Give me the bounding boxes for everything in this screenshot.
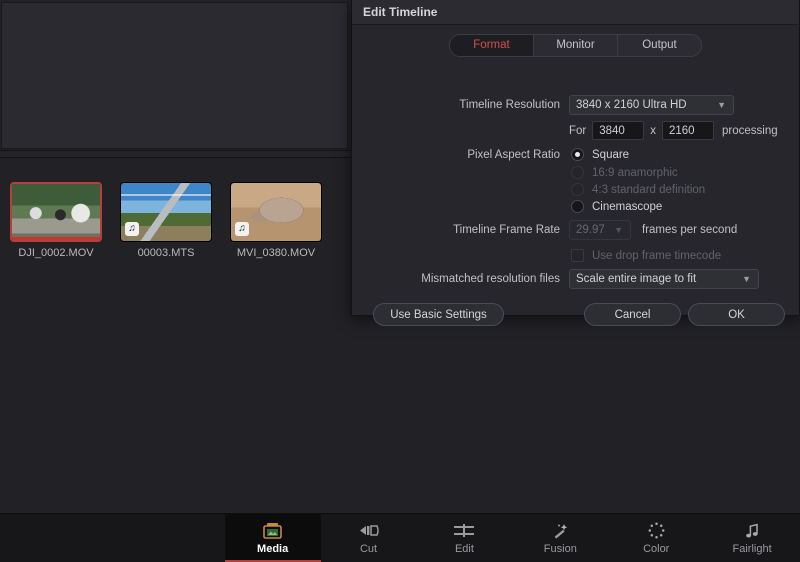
use-basic-settings-button[interactable]: Use Basic Settings	[373, 303, 504, 326]
clip-progress-bar	[12, 237, 100, 240]
frame-rate-row: Timeline Frame Rate 29.97 ▼ frames per s…	[352, 220, 737, 240]
radio-button	[571, 183, 584, 196]
page-navigation-bar: Media Cut Edit Fusion Color Fairlight	[0, 513, 800, 562]
chevron-down-icon: ▼	[614, 225, 623, 235]
nav-item-edit[interactable]: Edit	[416, 514, 512, 562]
clip-filename: 00003.MTS	[137, 247, 195, 259]
clip-thumbnail-list: DJI_0002.MOV ♫ 00003.MTS ♫ MVI_0380.MOV	[10, 182, 322, 259]
clip-filename: MVI_0380.MOV	[236, 247, 316, 259]
processing-resolution-row: For 3840 x 2160 processing	[352, 121, 792, 140]
frame-rate-label: Timeline Frame Rate	[453, 224, 560, 236]
nav-label: Edit	[454, 542, 474, 555]
pixel-aspect-option-square[interactable]: Square	[571, 146, 629, 163]
nav-item-media[interactable]: Media	[224, 514, 321, 562]
tab-output[interactable]: Output	[618, 35, 701, 56]
processing-height-input[interactable]: 2160	[662, 121, 714, 140]
radio-button	[571, 166, 584, 179]
chevron-down-icon: ▼	[742, 274, 751, 284]
music-note-icon: ♫	[125, 222, 139, 236]
viewer-panel	[1, 2, 348, 149]
processing-label: processing	[722, 124, 778, 137]
timeline-resolution-value: 3840 x 2160 Ultra HD	[576, 99, 687, 111]
timeline-resolution-row: Timeline Resolution 3840 x 2160 Ultra HD…	[352, 95, 782, 115]
frame-rate-value: 29.97	[576, 224, 605, 236]
nav-item-cut[interactable]: Cut	[321, 514, 417, 562]
nav-item-color[interactable]: Color	[608, 514, 704, 562]
dialog-body: Format Monitor Output Timeline Resolutio…	[352, 25, 799, 326]
clip-thumbnail-image[interactable]: ♫	[230, 182, 322, 242]
nav-label: Media	[257, 542, 289, 555]
color-wheel-icon	[648, 522, 665, 540]
nav-label: Fusion	[543, 542, 577, 555]
ok-button[interactable]: OK	[688, 303, 785, 326]
processing-width-input[interactable]: 3840	[592, 121, 645, 140]
mismatched-resolution-label: Mismatched resolution files	[421, 273, 560, 285]
clip-filename: DJI_0002.MOV	[18, 247, 94, 259]
nav-item-fairlight[interactable]: Fairlight	[704, 514, 800, 562]
clip-thumbnail[interactable]: DJI_0002.MOV	[10, 182, 102, 259]
cancel-button[interactable]: Cancel	[584, 303, 681, 326]
tab-monitor[interactable]: Monitor	[534, 35, 618, 56]
pixel-aspect-option-standard: 4:3 standard definition	[571, 181, 705, 198]
nav-item-fusion[interactable]: Fusion	[512, 514, 608, 562]
pixel-aspect-option-anamorphic: 16:9 anamorphic	[571, 164, 678, 181]
viewer-toolbar-strip	[0, 150, 351, 158]
clip-artwork	[12, 184, 100, 240]
pixel-aspect-option-label: 16:9 anamorphic	[592, 166, 678, 179]
nav-label: Fairlight	[732, 542, 772, 555]
pixel-aspect-ratio-label: Pixel Aspect Ratio	[467, 148, 560, 161]
tab-format[interactable]: Format	[450, 35, 534, 56]
dialog-title: Edit Timeline	[352, 0, 799, 25]
frames-per-second-label: frames per second	[642, 224, 738, 236]
fusion-wand-icon	[551, 522, 570, 540]
dimension-separator: x	[650, 124, 656, 137]
drop-frame-timecode-row: Use drop frame timecode	[571, 247, 721, 264]
mismatched-resolution-row: Mismatched resolution files Scale entire…	[352, 269, 759, 289]
radio-button[interactable]	[571, 148, 584, 161]
mismatched-resolution-select[interactable]: Scale entire image to fit ▼	[569, 269, 759, 289]
pixel-aspect-option-cinemascope[interactable]: Cinemascope	[571, 198, 662, 215]
chevron-down-icon: ▼	[717, 100, 726, 110]
timeline-resolution-label: Timeline Resolution	[459, 99, 560, 111]
frame-rate-select: 29.97 ▼	[569, 220, 631, 240]
drop-frame-checkbox	[571, 249, 584, 262]
pixel-aspect-ratio-row-1: Pixel Aspect Ratio Square	[352, 146, 629, 163]
nav-label: Color	[643, 542, 670, 555]
drop-frame-label: Use drop frame timecode	[592, 249, 722, 262]
clip-thumbnail[interactable]: ♫ MVI_0380.MOV	[230, 182, 322, 259]
fairlight-note-icon	[745, 522, 760, 540]
resolve-window: DJI_0002.MOV ♫ 00003.MTS ♫ MVI_0380.MOV …	[0, 0, 800, 562]
pixel-aspect-option-label: Cinemascope	[592, 200, 663, 213]
timeline-resolution-select[interactable]: 3840 x 2160 Ultra HD ▼	[569, 95, 734, 115]
cut-icon	[358, 522, 380, 540]
music-note-icon: ♫	[235, 222, 249, 236]
clip-thumbnail-image[interactable]: ♫	[120, 182, 212, 242]
pixel-aspect-option-label: Square	[592, 148, 630, 161]
dialog-tab-group: Format Monitor Output	[449, 34, 702, 57]
clip-thumbnail-image[interactable]	[10, 182, 102, 242]
media-bin-icon	[263, 522, 282, 540]
edit-timeline-dialog: Edit Timeline Format Monitor Output Time…	[351, 0, 800, 326]
edit-sliders-icon	[453, 522, 475, 540]
for-label: For	[569, 124, 587, 137]
mismatched-resolution-value: Scale entire image to fit	[576, 273, 697, 285]
clip-thumbnail[interactable]: ♫ 00003.MTS	[120, 182, 212, 259]
pixel-aspect-option-label: 4:3 standard definition	[592, 183, 706, 196]
radio-button[interactable]	[571, 200, 584, 213]
nav-label: Cut	[359, 542, 378, 555]
